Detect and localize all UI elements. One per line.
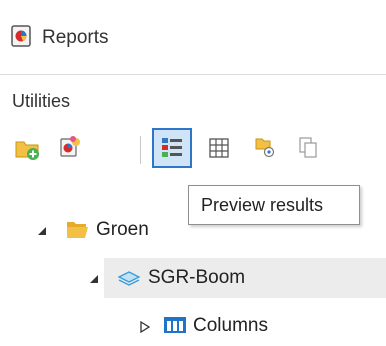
section-label: Utilities [12, 91, 71, 111]
tree-node-label: Groen [96, 219, 149, 240]
table-layer-icon [117, 266, 141, 293]
tag-item-button[interactable] [244, 128, 284, 168]
folder-open-icon [66, 218, 90, 245]
reports-app-icon [11, 25, 33, 47]
expanded-triangle-icon[interactable] [36, 224, 48, 242]
add-report-button[interactable] [50, 128, 90, 168]
title-bar: Reports [0, 0, 386, 75]
tree-node-groen[interactable]: Groen [0, 210, 386, 250]
tree-node-label: Columns [193, 315, 268, 336]
tree-node-label: SGR-Boom [148, 267, 246, 288]
preview-results-button[interactable] [152, 128, 192, 168]
grid-view-button[interactable] [199, 128, 239, 168]
add-folder-button[interactable] [8, 128, 48, 168]
tree-node-columns[interactable]: Columns [0, 306, 386, 346]
columns-icon [163, 314, 187, 341]
toolbar-separator [140, 136, 141, 164]
copy-button[interactable] [290, 128, 330, 168]
tree-node-sgr-boom[interactable]: SGR-Boom [0, 258, 386, 298]
toolbar [0, 128, 386, 178]
window-title: Reports [42, 27, 109, 48]
expanded-triangle-icon[interactable] [88, 272, 100, 290]
collapsed-triangle-icon[interactable] [139, 320, 151, 338]
